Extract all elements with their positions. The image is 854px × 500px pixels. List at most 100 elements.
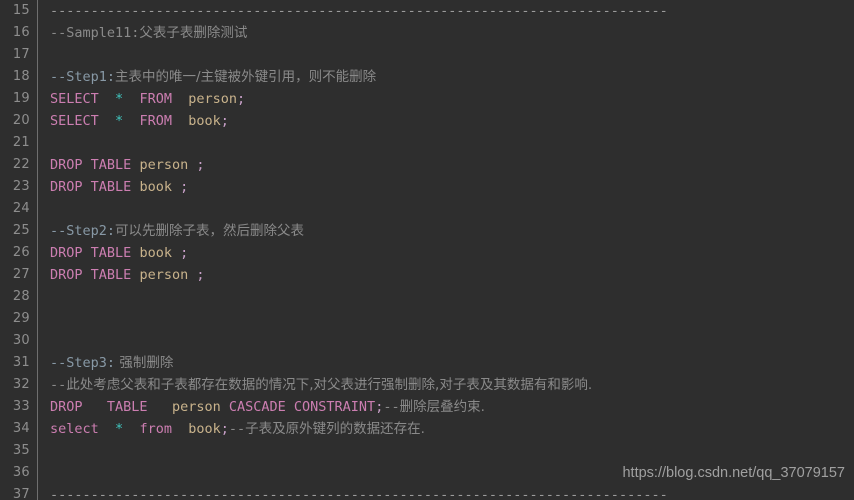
code-token: 主表中的唯一/主键被外键引用，则不能删除: [115, 69, 377, 85]
code-line[interactable]: 15 --------------------------------------…: [0, 0, 854, 22]
code-line-content[interactable]: [38, 462, 854, 484]
code-token: 子表及原外键列的数据还存在.: [245, 421, 425, 437]
code-line-content[interactable]: DROP TABLE book ;: [38, 242, 854, 264]
code-line[interactable]: 29: [0, 308, 854, 330]
code-line[interactable]: 34 select * from book;--子表及原外键列的数据还存在.: [0, 418, 854, 440]
sql-editor-screenshot: 15 --------------------------------------…: [0, 0, 854, 500]
line-number: 24: [0, 198, 37, 220]
code-token: DROP: [50, 179, 83, 195]
code-line-content[interactable]: SELECT * FROM person;: [38, 88, 854, 110]
code-line[interactable]: 36: [0, 462, 854, 484]
code-line-content[interactable]: select * from book;--子表及原外键列的数据还存在.: [38, 418, 854, 440]
code-line[interactable]: 25 --Step2:可以先删除子表，然后删除父表: [0, 220, 854, 242]
code-line-content[interactable]: [38, 440, 854, 462]
code-token: DROP: [50, 157, 83, 173]
code-token: person: [139, 157, 189, 173]
code-token: TABLE: [90, 267, 132, 283]
code-line-content[interactable]: --Step1:主表中的唯一/主键被外键引用，则不能删除: [38, 66, 854, 88]
code-line[interactable]: 32 --此处考虑父表和子表都存在数据的情况下,对父表进行强制删除,对子表及其数据…: [0, 374, 854, 396]
line-number: 31: [0, 352, 37, 374]
code-line[interactable]: 20 SELECT * FROM book;: [0, 110, 854, 132]
line-number: 22: [0, 154, 37, 176]
code-line-content[interactable]: DROP TABLE person ;: [38, 154, 854, 176]
code-token: TABLE: [90, 179, 132, 195]
code-line-content[interactable]: DROP TABLE person ;: [38, 264, 854, 286]
code-line-content[interactable]: [38, 44, 854, 66]
code-line-content[interactable]: [38, 198, 854, 220]
code-line[interactable]: 17: [0, 44, 854, 66]
line-number: 19: [0, 88, 37, 110]
code-token: CONSTRAINT: [293, 399, 376, 415]
code-line[interactable]: 37 --------------------------------------…: [0, 484, 854, 500]
code-line-content[interactable]: DROP TABLE person CASCADE CONSTRAINT;--删…: [38, 396, 854, 418]
code-line-content[interactable]: [38, 308, 854, 330]
line-number: 30: [0, 330, 37, 352]
line-number: 23: [0, 176, 37, 198]
code-token: ;: [220, 113, 229, 129]
code-line[interactable]: 21: [0, 132, 854, 154]
code-line-content[interactable]: --Step3: 强制删除: [38, 352, 854, 374]
code-token: 可以先删除子表，然后删除父表: [115, 223, 305, 239]
code-token: --: [50, 377, 67, 393]
code-line[interactable]: 28: [0, 286, 854, 308]
code-token: select: [50, 421, 99, 437]
code-token: 父表子表删除测试: [139, 25, 248, 41]
code-token: CASCADE: [228, 399, 286, 415]
code-token: ;: [180, 245, 189, 261]
code-line[interactable]: 30: [0, 330, 854, 352]
code-line[interactable]: 26 DROP TABLE book ;: [0, 242, 854, 264]
code-line-content[interactable]: --Sample11:父表子表删除测试: [38, 22, 854, 44]
code-token: ;: [196, 267, 205, 283]
code-editor[interactable]: 15 --------------------------------------…: [0, 0, 854, 500]
code-line-content[interactable]: --Step2:可以先删除子表，然后删除父表: [38, 220, 854, 242]
code-token: book: [188, 113, 221, 129]
code-line-content[interactable]: DROP TABLE book ;: [38, 176, 854, 198]
code-line-content[interactable]: ----------------------------------------…: [38, 0, 854, 22]
code-line[interactable]: 23 DROP TABLE book ;: [0, 176, 854, 198]
code-line[interactable]: 35: [0, 440, 854, 462]
code-line[interactable]: 31 --Step3: 强制删除: [0, 352, 854, 374]
code-token: book: [188, 421, 221, 437]
code-token: --Step3:: [50, 355, 116, 371]
code-line-content[interactable]: ----------------------------------------…: [38, 484, 854, 500]
line-number: 35: [0, 440, 37, 462]
code-line-content[interactable]: [38, 330, 854, 352]
code-token: 此处考虑父表和子表都存在数据的情况下,对父表进行强制删除,对子表及其数据有和影响…: [66, 377, 593, 393]
code-line-content[interactable]: --此处考虑父表和子表都存在数据的情况下,对父表进行强制删除,对子表及其数据有和…: [38, 374, 854, 396]
code-token: DROP: [50, 399, 83, 415]
line-number: 37: [0, 484, 37, 500]
code-line[interactable]: 22 DROP TABLE person ;: [0, 154, 854, 176]
line-number: 26: [0, 242, 37, 264]
code-line-content[interactable]: SELECT * FROM book;: [38, 110, 854, 132]
code-token: --Sample11:: [50, 25, 140, 41]
code-line[interactable]: 19 SELECT * FROM person;: [0, 88, 854, 110]
code-token: ;: [180, 179, 189, 195]
code-line-content[interactable]: [38, 132, 854, 154]
code-token: FROM: [139, 91, 172, 107]
code-line[interactable]: 33 DROP TABLE person CASCADE CONSTRAINT;-…: [0, 396, 854, 418]
line-number: 16: [0, 22, 37, 44]
line-number: 34: [0, 418, 37, 440]
code-line[interactable]: 16 --Sample11:父表子表删除测试: [0, 22, 854, 44]
code-token: TABLE: [90, 245, 132, 261]
code-line[interactable]: 18 --Step1:主表中的唯一/主键被外键引用，则不能删除: [0, 66, 854, 88]
line-number: 32: [0, 374, 37, 396]
line-number: 36: [0, 462, 37, 484]
line-number: 25: [0, 220, 37, 242]
code-line-content[interactable]: [38, 286, 854, 308]
code-line[interactable]: 27 DROP TABLE person ;: [0, 264, 854, 286]
code-line[interactable]: 24: [0, 198, 854, 220]
code-token: book: [139, 179, 172, 195]
code-token: --Step2:: [50, 223, 116, 239]
